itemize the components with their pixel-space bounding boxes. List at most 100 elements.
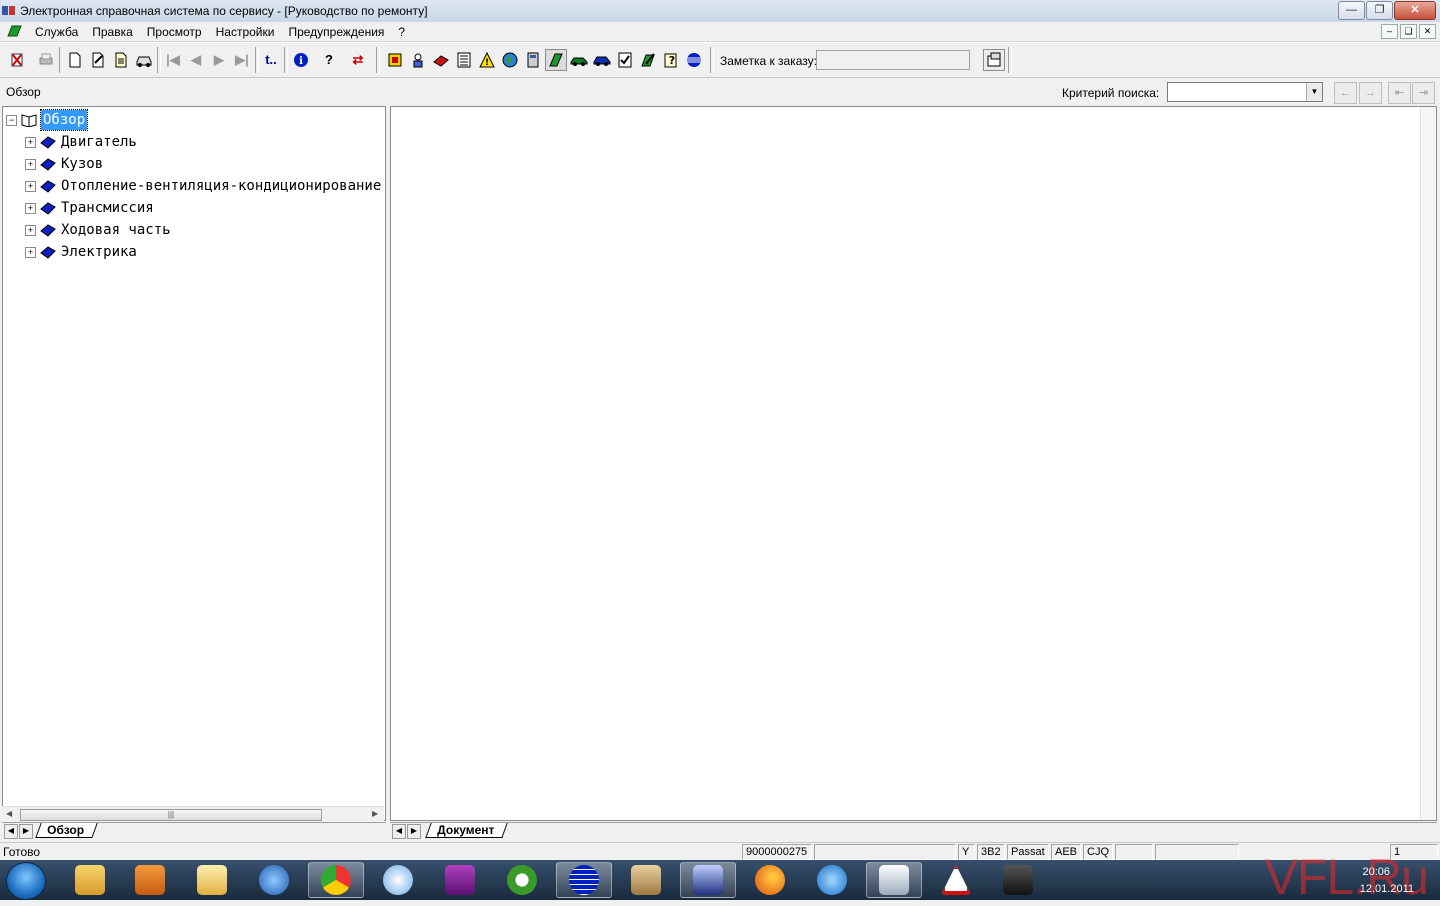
doc-tab-prev-icon[interactable]: ◀: [392, 824, 406, 839]
module-button[interactable]: [384, 49, 406, 71]
checklist-button[interactable]: [614, 49, 636, 71]
taskbar-arrow-app[interactable]: [246, 862, 302, 898]
document-vertical-scrollbar[interactable]: [1420, 107, 1436, 820]
tree-item-label[interactable]: Ходовая часть: [61, 220, 171, 240]
menu-help[interactable]: ?: [391, 24, 412, 40]
taskbar-firefox[interactable]: [742, 862, 798, 898]
list-button[interactable]: [453, 49, 475, 71]
expand-icon[interactable]: +: [25, 247, 36, 258]
new-doc-button[interactable]: [64, 49, 86, 71]
menu-sluzhba[interactable]: Служба: [28, 24, 85, 40]
blue-sphere-button[interactable]: [683, 49, 705, 71]
menu-pravka[interactable]: Правка: [85, 24, 140, 40]
car-blue-button[interactable]: [591, 49, 613, 71]
mdi-minimize-button[interactable]: –: [1381, 24, 1398, 39]
taskbar-mail[interactable]: [184, 862, 240, 898]
up-level-button[interactable]: t..: [260, 49, 282, 71]
tab-prev-icon[interactable]: ◀: [4, 824, 18, 839]
taskbar-media-player[interactable]: [122, 862, 178, 898]
last-button[interactable]: ▶|: [231, 49, 253, 71]
close-button[interactable]: ✕: [1394, 1, 1436, 20]
page-button[interactable]: [110, 49, 132, 71]
expand-icon[interactable]: +: [25, 225, 36, 236]
taskbar-car-service[interactable]: [680, 862, 736, 898]
collapse-icon[interactable]: −: [6, 115, 17, 126]
taskbar-luxor[interactable]: [432, 862, 488, 898]
chevron-down-icon[interactable]: ▼: [1306, 83, 1322, 101]
search-combo[interactable]: ▼: [1167, 82, 1323, 102]
menu-prosmotr[interactable]: Просмотр: [140, 24, 209, 40]
tab-next-icon[interactable]: ▶: [19, 824, 33, 839]
minimize-button[interactable]: —: [1338, 1, 1365, 20]
tree-item-label[interactable]: Трансмиссия: [61, 198, 154, 218]
expand-icon[interactable]: +: [25, 159, 36, 170]
tree-item-label[interactable]: Электрика: [61, 242, 137, 262]
tree-horizontal-scrollbar[interactable]: ◀ ||| ▶: [2, 806, 384, 821]
expand-icon[interactable]: +: [25, 181, 36, 192]
expand-icon[interactable]: +: [25, 137, 36, 148]
edit-green-button[interactable]: [637, 49, 659, 71]
taskbar-utorrent[interactable]: [494, 862, 550, 898]
mdi-controls: – ❏ ✕: [1381, 24, 1436, 39]
expand-icon[interactable]: +: [25, 203, 36, 214]
search-prev-button[interactable]: ←: [1334, 82, 1357, 104]
download-icon: [631, 865, 661, 895]
print-button[interactable]: [35, 49, 57, 71]
car-button[interactable]: [133, 49, 155, 71]
car-green-button[interactable]: [568, 49, 590, 71]
taskbar-chrome[interactable]: [308, 862, 364, 898]
green-book-button[interactable]: [545, 49, 567, 71]
tree-root-label[interactable]: Обзор: [39, 109, 89, 131]
tree-item-label[interactable]: Двигатель: [61, 132, 137, 152]
first-button[interactable]: |◀: [162, 49, 184, 71]
taskbar-download[interactable]: [618, 862, 674, 898]
maximize-button[interactable]: ❐: [1366, 1, 1393, 20]
last-icon: ▶|: [235, 52, 249, 67]
taskbar-blue-sphere[interactable]: [556, 862, 612, 898]
warning-button[interactable]: !: [476, 49, 498, 71]
taskbar-disc-app[interactable]: [370, 862, 426, 898]
scroll-right-icon[interactable]: ▶: [372, 809, 378, 818]
tab-overview[interactable]: Обзор: [35, 823, 98, 838]
exit-button[interactable]: [6, 49, 28, 71]
info-button[interactable]: i: [290, 49, 312, 71]
edit-doc-button[interactable]: [87, 49, 109, 71]
presentation-icon: [879, 865, 909, 895]
tab-document-label: Документ: [437, 823, 495, 837]
menu-nastroyki[interactable]: Настройки: [209, 24, 282, 40]
globe-button[interactable]: [499, 49, 521, 71]
doc-tab-next-icon[interactable]: ▶: [407, 824, 421, 839]
taskbar-road-sign[interactable]: [928, 862, 984, 898]
calculator-button[interactable]: [522, 49, 544, 71]
mdi-close-button[interactable]: ✕: [1419, 24, 1436, 39]
help-button[interactable]: ?: [318, 49, 340, 71]
next-button[interactable]: ▶: [208, 49, 230, 71]
clock-time[interactable]: 20:06: [1362, 866, 1390, 878]
red-book-button[interactable]: [430, 49, 452, 71]
question-doc-button[interactable]: ?: [660, 49, 682, 71]
menu-preduprezhdeniya[interactable]: Предупреждения: [281, 24, 391, 40]
taskbar-explorer[interactable]: [62, 862, 118, 898]
mdi-restore-button[interactable]: ❏: [1400, 24, 1417, 39]
tree-item-label[interactable]: Кузов: [61, 154, 103, 174]
person-button[interactable]: [407, 49, 429, 71]
nav-forward-button[interactable]: ⇥: [1412, 82, 1435, 104]
note-input[interactable]: [816, 50, 970, 70]
red-book-icon: [433, 55, 449, 67]
search-next-button[interactable]: →: [1359, 82, 1382, 104]
prev-icon: ◀: [191, 52, 201, 67]
note-button[interactable]: [983, 49, 1005, 71]
taskbar-presentation[interactable]: [866, 862, 922, 898]
tree-item-label[interactable]: Отопление-вентиляция-кондиционирование: [61, 176, 381, 196]
nav-back-button[interactable]: ⇤: [1388, 82, 1411, 104]
clock-date[interactable]: 12.01.2011: [1360, 883, 1414, 895]
scroll-thumb[interactable]: |||: [20, 809, 322, 821]
swap-button[interactable]: ⇄: [347, 49, 369, 71]
prev-button[interactable]: ◀: [185, 49, 207, 71]
tab-document[interactable]: Документ: [425, 823, 508, 838]
start-button[interactable]: [6, 862, 46, 900]
taskbar-camera[interactable]: [990, 862, 1046, 898]
taskbar-ie[interactable]: [804, 862, 860, 898]
order-number: 9000000275: [742, 844, 812, 860]
scroll-left-icon[interactable]: ◀: [6, 809, 12, 818]
